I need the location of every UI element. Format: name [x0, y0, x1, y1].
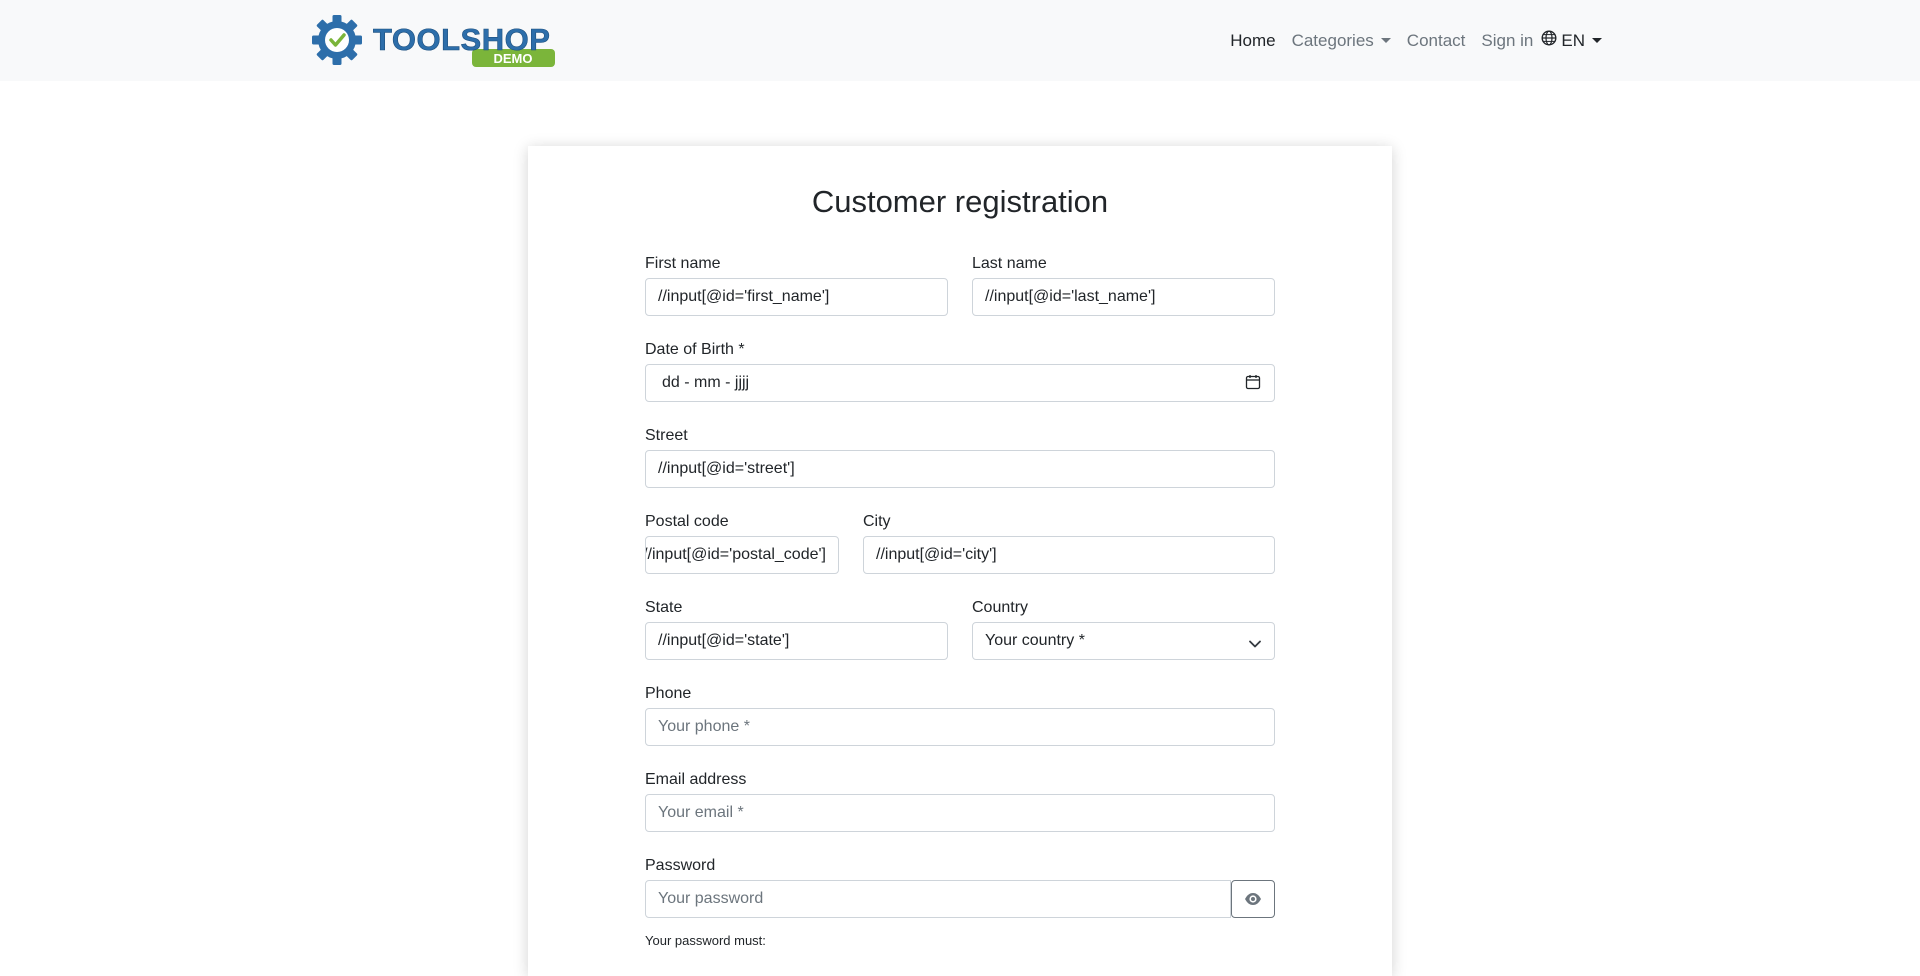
last-name-group: Last name //input[@id='last_name'] — [972, 254, 1275, 316]
postal-code-group: Postal code //input[@id='postal_code'] — [645, 512, 839, 574]
dob-group: Date of Birth * dd - mm - jjjj — [645, 340, 1275, 402]
last-name-label: Last name — [972, 255, 1047, 272]
postal-code-input[interactable]: //input[@id='postal_code'] — [645, 536, 839, 574]
state-label: State — [645, 599, 683, 616]
nav-contact[interactable]: Contact — [1399, 31, 1474, 51]
toggle-password-button[interactable] — [1231, 880, 1275, 918]
nav-home[interactable]: Home — [1222, 31, 1283, 51]
navbar: DEMO TOOLSHOP Home Categories Contact Si… — [0, 0, 1920, 81]
phone-group: Phone Your phone * — [645, 684, 1275, 746]
nav-signin-label: Sign in — [1481, 30, 1534, 50]
svg-text:TOOLSHOP: TOOLSHOP — [373, 22, 550, 57]
calendar-icon[interactable] — [1245, 374, 1261, 395]
country-wrapper: Your country * — [972, 622, 1275, 660]
registration-card: Customer registration First name //input… — [528, 146, 1392, 976]
language-dropdown[interactable]: EN — [1537, 30, 1610, 51]
last-name-input[interactable]: //input[@id='last_name'] — [972, 278, 1275, 316]
country-group: Country Your country * — [972, 598, 1275, 660]
toolshop-logo[interactable]: DEMO TOOLSHOP — [311, 13, 561, 69]
email-input[interactable]: Your email * — [645, 794, 1275, 832]
first-name-group: First name //input[@id='first_name'] — [645, 254, 948, 316]
caret-down-icon — [1592, 38, 1602, 43]
dob-label: Date of Birth * — [645, 341, 745, 358]
language-label: EN — [1561, 30, 1585, 50]
password-hint: Your password must: — [645, 933, 766, 948]
password-label: Password — [645, 857, 716, 874]
email-label: Email address — [645, 771, 747, 788]
password-input[interactable]: Your password — [645, 880, 1231, 918]
chevron-down-icon — [1249, 636, 1261, 654]
dob-wrapper: dd - mm - jjjj — [645, 364, 1275, 402]
street-input[interactable]: //input[@id='street'] — [645, 450, 1275, 488]
city-label: City — [863, 513, 891, 530]
first-name-label: First name — [645, 255, 721, 272]
eye-icon — [1245, 893, 1261, 905]
city-input[interactable]: //input[@id='city'] — [863, 536, 1275, 574]
caret-down-icon — [1380, 38, 1391, 43]
postal-code-label: Postal code — [645, 513, 729, 530]
phone-label: Phone — [645, 685, 692, 702]
first-name-input[interactable]: //input[@id='first_name'] — [645, 278, 948, 316]
postal-code-value: //input[@id='postal_code'] — [645, 546, 826, 563]
city-group: City //input[@id='city'] — [863, 512, 1275, 574]
street-label: Street — [645, 427, 688, 444]
country-select[interactable]: Your country * — [972, 622, 1275, 660]
gear-check-icon — [312, 15, 362, 65]
email-group: Email address Your email * — [645, 770, 1275, 832]
password-wrapper: Your password — [645, 880, 1275, 918]
dob-input[interactable]: dd - mm - jjjj — [645, 364, 1275, 402]
phone-input[interactable]: Your phone * — [645, 708, 1275, 746]
password-group: Password Your password — [645, 856, 1275, 918]
nav-home-label: Home — [1230, 30, 1276, 50]
street-group: Street //input[@id='street'] — [645, 426, 1275, 488]
country-label: Country — [972, 599, 1029, 616]
globe-icon — [1541, 30, 1557, 51]
state-input[interactable]: //input[@id='state'] — [645, 622, 948, 660]
logo-graphic: DEMO TOOLSHOP — [312, 15, 555, 67]
nav-categories-dropdown[interactable]: Categories — [1284, 31, 1399, 51]
nav-menu: Home Categories Contact Sign in EN — [1222, 0, 1610, 81]
state-group: State //input[@id='state'] — [645, 598, 948, 660]
page-title: Customer registration — [811, 184, 1109, 219]
nav-categories-label: Categories — [1291, 30, 1374, 50]
nav-contact-label: Contact — [1406, 30, 1466, 50]
nav-signin[interactable]: Sign in — [1473, 31, 1537, 51]
